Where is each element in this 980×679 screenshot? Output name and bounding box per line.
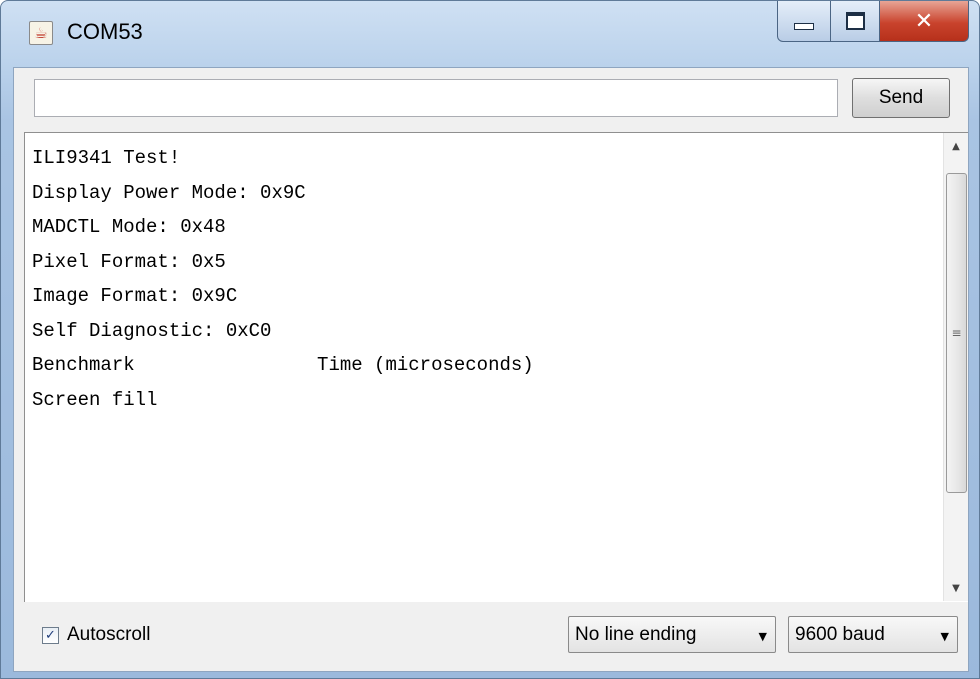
autoscroll-checkbox[interactable]: ✓	[42, 626, 59, 644]
output-line: Image Format: 0x9C	[32, 285, 238, 307]
scroll-down-icon[interactable]: ▼	[944, 577, 968, 599]
baud-rate-value: 9600 baud	[795, 623, 885, 645]
chevron-down-icon: ▼	[758, 630, 767, 643]
output-line: Screen fill	[32, 388, 158, 411]
line-ending-select[interactable]: No line ending ▼	[568, 616, 776, 653]
output-text: ILI9341 Test! Display Power Mode: 0x9C M…	[32, 141, 932, 417]
output-line: Pixel Format: 0x5	[32, 250, 226, 273]
autoscroll-label: Autoscroll	[67, 624, 151, 645]
serial-output[interactable]: ILI9341 Test! Display Power Mode: 0x9C M…	[24, 132, 968, 602]
scrollbar-thumb[interactable]: ≡	[946, 173, 967, 493]
vertical-scrollbar[interactable]: ▲ ≡ ▼	[943, 133, 968, 601]
serial-monitor-window: ☕ COM53 ✕ Send ILI9341 Test! Display Pow…	[0, 0, 980, 679]
maximize-button[interactable]	[831, 1, 880, 42]
output-line: MADCTL Mode: 0x48	[32, 216, 226, 238]
output-line: ILI9341 Test!	[32, 147, 181, 169]
window-controls: ✕	[777, 1, 969, 43]
scroll-up-icon[interactable]: ▲	[944, 135, 968, 157]
close-button[interactable]: ✕	[880, 1, 969, 42]
client-area: Send ILI9341 Test! Display Power Mode: 0…	[13, 67, 969, 672]
baud-rate-select[interactable]: 9600 baud ▼	[788, 616, 958, 653]
send-button[interactable]: Send	[852, 78, 950, 118]
output-line: Display Power Mode: 0x9C	[32, 181, 306, 204]
send-input[interactable]	[34, 79, 838, 117]
bottom-bar: ✓ Autoscroll No line ending ▼ 9600 baud …	[14, 602, 968, 671]
maximize-icon	[845, 12, 865, 30]
title-bar[interactable]: ☕ COM53 ✕	[1, 1, 979, 67]
output-line: Benchmark Time (microseconds)	[32, 354, 534, 376]
window-title: COM53	[67, 19, 143, 44]
output-line: Self Diagnostic: 0xC0	[32, 319, 272, 342]
java-coffee-icon: ☕	[29, 21, 53, 45]
line-ending-value: No line ending	[575, 623, 697, 645]
checkmark-icon: ✓	[45, 627, 56, 643]
chevron-down-icon: ▼	[940, 630, 949, 643]
minimize-button[interactable]	[777, 1, 831, 42]
grip-icon: ≡	[951, 326, 962, 340]
autoscroll-toggle[interactable]: ✓ Autoscroll	[42, 624, 150, 646]
minimize-icon	[794, 22, 814, 30]
close-icon: ✕	[914, 8, 934, 34]
